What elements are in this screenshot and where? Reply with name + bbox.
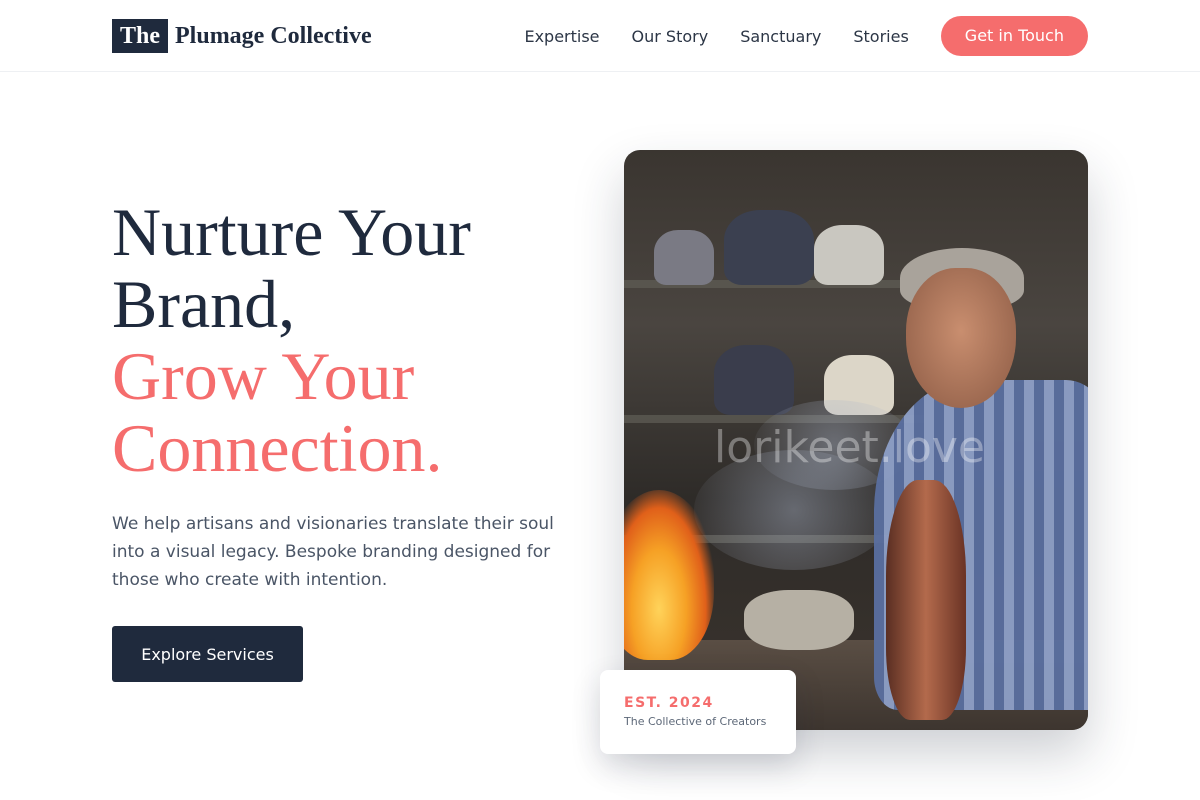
hero-title-line-1: Nurture Your bbox=[112, 194, 471, 270]
brand-logo[interactable]: The Plumage Collective bbox=[112, 19, 372, 53]
established-badge: EST. 2024 The Collective of Creators bbox=[600, 670, 796, 754]
nav-stories[interactable]: Stories bbox=[853, 27, 908, 46]
image-glove bbox=[744, 590, 854, 650]
nav-our-story[interactable]: Our Story bbox=[632, 27, 709, 46]
nav-sanctuary[interactable]: Sanctuary bbox=[740, 27, 821, 46]
image-person-head bbox=[906, 268, 1016, 408]
image-sack bbox=[724, 210, 814, 285]
badge-subtitle: The Collective of Creators bbox=[624, 715, 767, 728]
image-watermark: lorikeet.love bbox=[714, 422, 986, 473]
hero-title: Nurture Your Brand, Grow Your Connection… bbox=[112, 196, 572, 484]
image-sack bbox=[654, 230, 714, 285]
logo-text: Plumage Collective bbox=[175, 22, 372, 49]
badge-title: EST. 2024 bbox=[624, 695, 714, 711]
hero-title-line-3: Grow Your bbox=[112, 338, 415, 414]
hero-title-line-4: Connection. bbox=[112, 410, 443, 486]
hero-image-artisan: lorikeet.love bbox=[624, 150, 1088, 730]
image-sack bbox=[714, 345, 794, 415]
hero-title-line-2: Brand, bbox=[112, 266, 296, 342]
get-in-touch-button[interactable]: Get in Touch bbox=[940, 16, 1088, 56]
nav-expertise[interactable]: Expertise bbox=[524, 27, 599, 46]
main-nav: Expertise Our Story Sanctuary Stories Ge… bbox=[524, 16, 1088, 56]
image-copper-pot bbox=[886, 480, 966, 720]
hero-description: We help artisans and visionaries transla… bbox=[112, 514, 554, 590]
explore-services-button[interactable]: Explore Services bbox=[112, 626, 303, 682]
logo-mark: The bbox=[112, 19, 169, 53]
image-sack bbox=[814, 225, 884, 285]
site-header: The Plumage Collective Expertise Our Sto… bbox=[0, 0, 1200, 72]
